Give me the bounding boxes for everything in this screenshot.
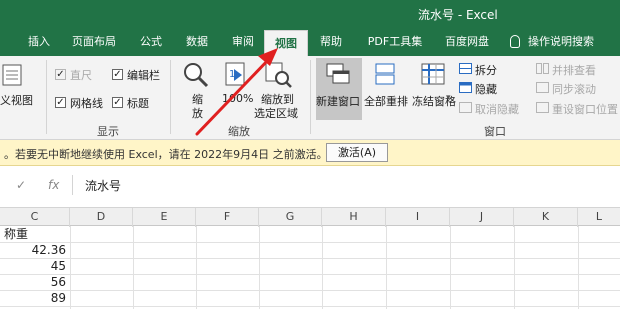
cell-c2[interactable]: 42.36 [0, 242, 66, 258]
grid-line [0, 306, 620, 307]
unhide-icon [459, 102, 472, 113]
formula-input[interactable]: 流水号 [85, 177, 121, 194]
enter-check-icon[interactable]: ✓ [16, 178, 26, 192]
grid-line [322, 226, 323, 309]
grid-line [0, 258, 620, 259]
grid-line [0, 290, 620, 291]
grid-line [0, 274, 620, 275]
cell-c4[interactable]: 56 [0, 274, 66, 290]
column-header-d[interactable]: D [70, 208, 133, 227]
ribbon-tabs: 插入 页面布局 公式 数据 审阅 视图 帮助 PDF工具集 百度网盘 操作说明搜… [0, 28, 620, 56]
formula-bar-label: 编辑栏 [127, 69, 160, 82]
gridlines-checkbox[interactable]: ✓ [55, 97, 66, 108]
tab-help[interactable]: 帮助 [312, 28, 350, 56]
zoom-100-button[interactable]: 100% [222, 92, 253, 105]
tab-data[interactable]: 数据 [178, 28, 216, 56]
tab-pdf-tools[interactable]: PDF工具集 [358, 28, 432, 56]
new-window-button[interactable]: 新建窗口 [316, 93, 360, 109]
zoom-to-selection-icon [265, 62, 292, 88]
formula-separator [72, 175, 73, 195]
side-by-side-icon [536, 63, 549, 74]
show-group-label: 显示 [97, 125, 119, 138]
column-header-g[interactable]: G [259, 208, 322, 227]
arrange-all-icon [375, 63, 395, 85]
tab-baidu-netdisk[interactable]: 百度网盘 [436, 28, 498, 56]
new-window-icon [326, 63, 350, 84]
tell-me-search[interactable]: 操作说明搜索 [528, 28, 606, 56]
split-icon [459, 63, 472, 74]
column-header-j[interactable]: J [450, 208, 514, 227]
zoom-selection-line2[interactable]: 选定区域 [254, 105, 298, 121]
activate-button[interactable]: 激活(A) [326, 143, 388, 162]
hide-button[interactable]: 隐藏 [475, 81, 497, 97]
grid-line [133, 226, 134, 309]
column-header-l[interactable]: L [578, 208, 620, 227]
column-header-k[interactable]: K [514, 208, 578, 227]
unhide-button[interactable]: 取消隐藏 [475, 101, 519, 117]
title-bar: 流水号 - Excel [0, 0, 620, 28]
activation-message: 。若要无中断地继续使用 Excel，请在 2022年9月4日 之前激活。 [4, 148, 328, 161]
lightbulb-icon [510, 35, 520, 48]
custom-views-button[interactable]: 义视图 [0, 92, 33, 108]
reset-position-icon [536, 102, 549, 113]
tab-view[interactable]: 视图 [264, 30, 308, 56]
gridlines-label: 网格线 [70, 97, 103, 110]
grid-line [259, 226, 260, 309]
column-header-c[interactable]: C [0, 208, 70, 227]
split-button[interactable]: 拆分 [475, 62, 497, 78]
cell-c1[interactable]: 称重 [4, 226, 28, 242]
column-header-e[interactable]: E [133, 208, 196, 227]
ruler-label: 直尺 [70, 69, 92, 82]
window-title: 流水号 - Excel [418, 8, 498, 22]
freeze-panes-icon [421, 63, 445, 85]
arrange-all-button[interactable]: 全部重排 [364, 93, 408, 109]
column-header-f[interactable]: F [196, 208, 259, 227]
grid-line [386, 226, 387, 309]
custom-view-icon [2, 64, 22, 86]
grid-line [578, 226, 579, 309]
group-separator [46, 60, 47, 134]
zoom-magnifier-icon [184, 63, 209, 88]
grid-line [0, 242, 620, 243]
tab-formulas[interactable]: 公式 [132, 28, 170, 56]
zoom-100-icon: 1 [225, 62, 245, 86]
column-header-i[interactable]: I [386, 208, 450, 227]
grid-line [196, 226, 197, 309]
formula-bar: ✓ fx 流水号 [0, 166, 620, 204]
tab-page-layout[interactable]: 页面布局 [66, 28, 122, 56]
headings-checkbox[interactable]: ✓ [112, 97, 123, 108]
zoom-button-line2[interactable]: 放 [192, 105, 203, 121]
group-separator [170, 60, 171, 134]
sync-scroll-button[interactable]: 同步滚动 [552, 81, 596, 97]
headings-label: 标题 [127, 97, 149, 110]
reset-window-position-button[interactable]: 重设窗口位置 [552, 101, 618, 117]
chevron-down-icon: ▾ [446, 93, 451, 103]
hide-icon [459, 82, 472, 93]
grid-line [514, 226, 515, 309]
formula-bar-checkbox[interactable]: ✓ [112, 69, 123, 80]
activation-notification: 。若要无中断地继续使用 Excel，请在 2022年9月4日 之前激活。 激活(… [0, 140, 620, 166]
column-headers: C D E F G H I J K L [0, 207, 620, 227]
cell-c3[interactable]: 45 [0, 258, 66, 274]
sync-scroll-icon [536, 82, 549, 93]
window-group-label: 窗口 [484, 125, 506, 138]
cell-c5[interactable]: 89 [0, 290, 66, 306]
insert-function-icon[interactable]: fx [48, 178, 59, 192]
view-side-by-side-button[interactable]: 并排查看 [552, 62, 596, 78]
grid-line [450, 226, 451, 309]
tab-review[interactable]: 审阅 [224, 28, 262, 56]
worksheet-grid[interactable]: 称重 42.36 45 56 89 [0, 226, 620, 309]
grid-line [70, 226, 71, 309]
ruler-checkbox[interactable]: ✓ [55, 69, 66, 80]
column-header-h[interactable]: H [322, 208, 386, 227]
ribbon-view: 义视图 ✓ 直尺 ✓ 编辑栏 ✓ 网格线 ✓ 标题 显示 缩 放 1 100% … [0, 56, 620, 140]
zoom-group-label: 缩放 [228, 125, 250, 138]
group-separator [310, 60, 311, 134]
tab-insert[interactable]: 插入 [20, 28, 58, 56]
